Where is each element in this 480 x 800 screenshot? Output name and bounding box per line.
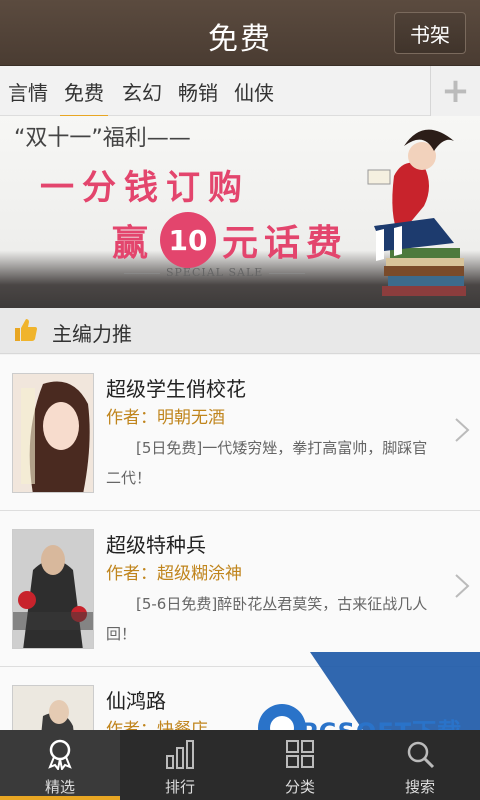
nav-featured[interactable]: 精选 [0,730,120,800]
special-sale-text: SPECIAL SALE [118,266,311,279]
book-title: 超级学生俏校花 [106,377,246,401]
nav-label: 排行 [164,778,195,796]
grid-icon [286,740,314,768]
book-cover [12,373,94,493]
book-author: 作者：超级糊涂神 [106,564,242,584]
banner-line3: 赢 10 元话费 [112,212,348,268]
nav-label: 搜索 [404,778,435,796]
book-item[interactable]: 超级学生俏校花 作者：明朝无酒 [5日免费]一代矮穷矬，拳打高富帅，脚踩官二代！ [0,355,480,511]
nav-label: 精选 [44,778,75,796]
nav-ranking[interactable]: 排行 [120,730,240,800]
bottom-nav: 精选 排行 分类 搜索 [0,730,480,800]
tab-bestseller[interactable]: 畅销 [178,77,218,106]
app-header: 免费 书架 [0,0,480,66]
book-author: 作者：明朝无酒 [106,408,225,428]
book-item[interactable]: 超级特种兵 作者：超级糊涂神 [5-6日免费]醉卧花丛君莫笑，古来征战几人回！ [0,511,480,667]
reading-girl-illustration [367,129,466,296]
section-title: 主编力推 [52,322,132,346]
nav-label: 分类 [284,778,315,796]
chevron-right-icon [455,574,470,598]
tab-xianxia[interactable]: 仙侠 [234,77,274,106]
thumbs-up-icon [15,319,37,341]
banner-line1: “双十一”福利—— [14,126,191,151]
tab-xuanhuan[interactable]: 玄幻 [122,77,162,106]
book-title: 超级特种兵 [106,533,206,557]
banner-line2: 一分钱订购 [40,168,250,208]
bookshelf-button[interactable]: 书架 [394,12,466,54]
book-title: 仙鸿路 [106,689,166,713]
add-tab-button[interactable]: + [430,66,480,116]
tab-yanqing[interactable]: 言情 [8,77,48,106]
editor-picks-header: 主编力推 [0,308,480,354]
book-description: [5日免费]一代矮穷矬，拳打高富帅，脚踩官二代！ [106,439,428,487]
tab-free[interactable]: 免费 [60,77,108,119]
bar-chart-icon [166,740,194,769]
promo-banner[interactable]: “双十一”福利—— 一分钱订购 赢 10 元话费 SPECIAL SALE [0,116,480,308]
category-tabs: 言情 免费 玄幻 畅销 仙侠 + [0,66,480,119]
medal-icon [48,739,72,770]
banner-number-badge: 10 [160,212,217,268]
book-cover [12,529,94,649]
nav-category[interactable]: 分类 [240,730,360,800]
nav-search[interactable]: 搜索 [360,730,480,800]
search-icon [407,741,435,769]
banner-line3-prefix: 赢 [112,223,155,264]
banner-line3-suffix: 元话费 [222,223,349,264]
book-description: [5-6日免费]醉卧花丛君莫笑，古来征战几人回！ [106,595,428,643]
chevron-right-icon [455,418,470,442]
